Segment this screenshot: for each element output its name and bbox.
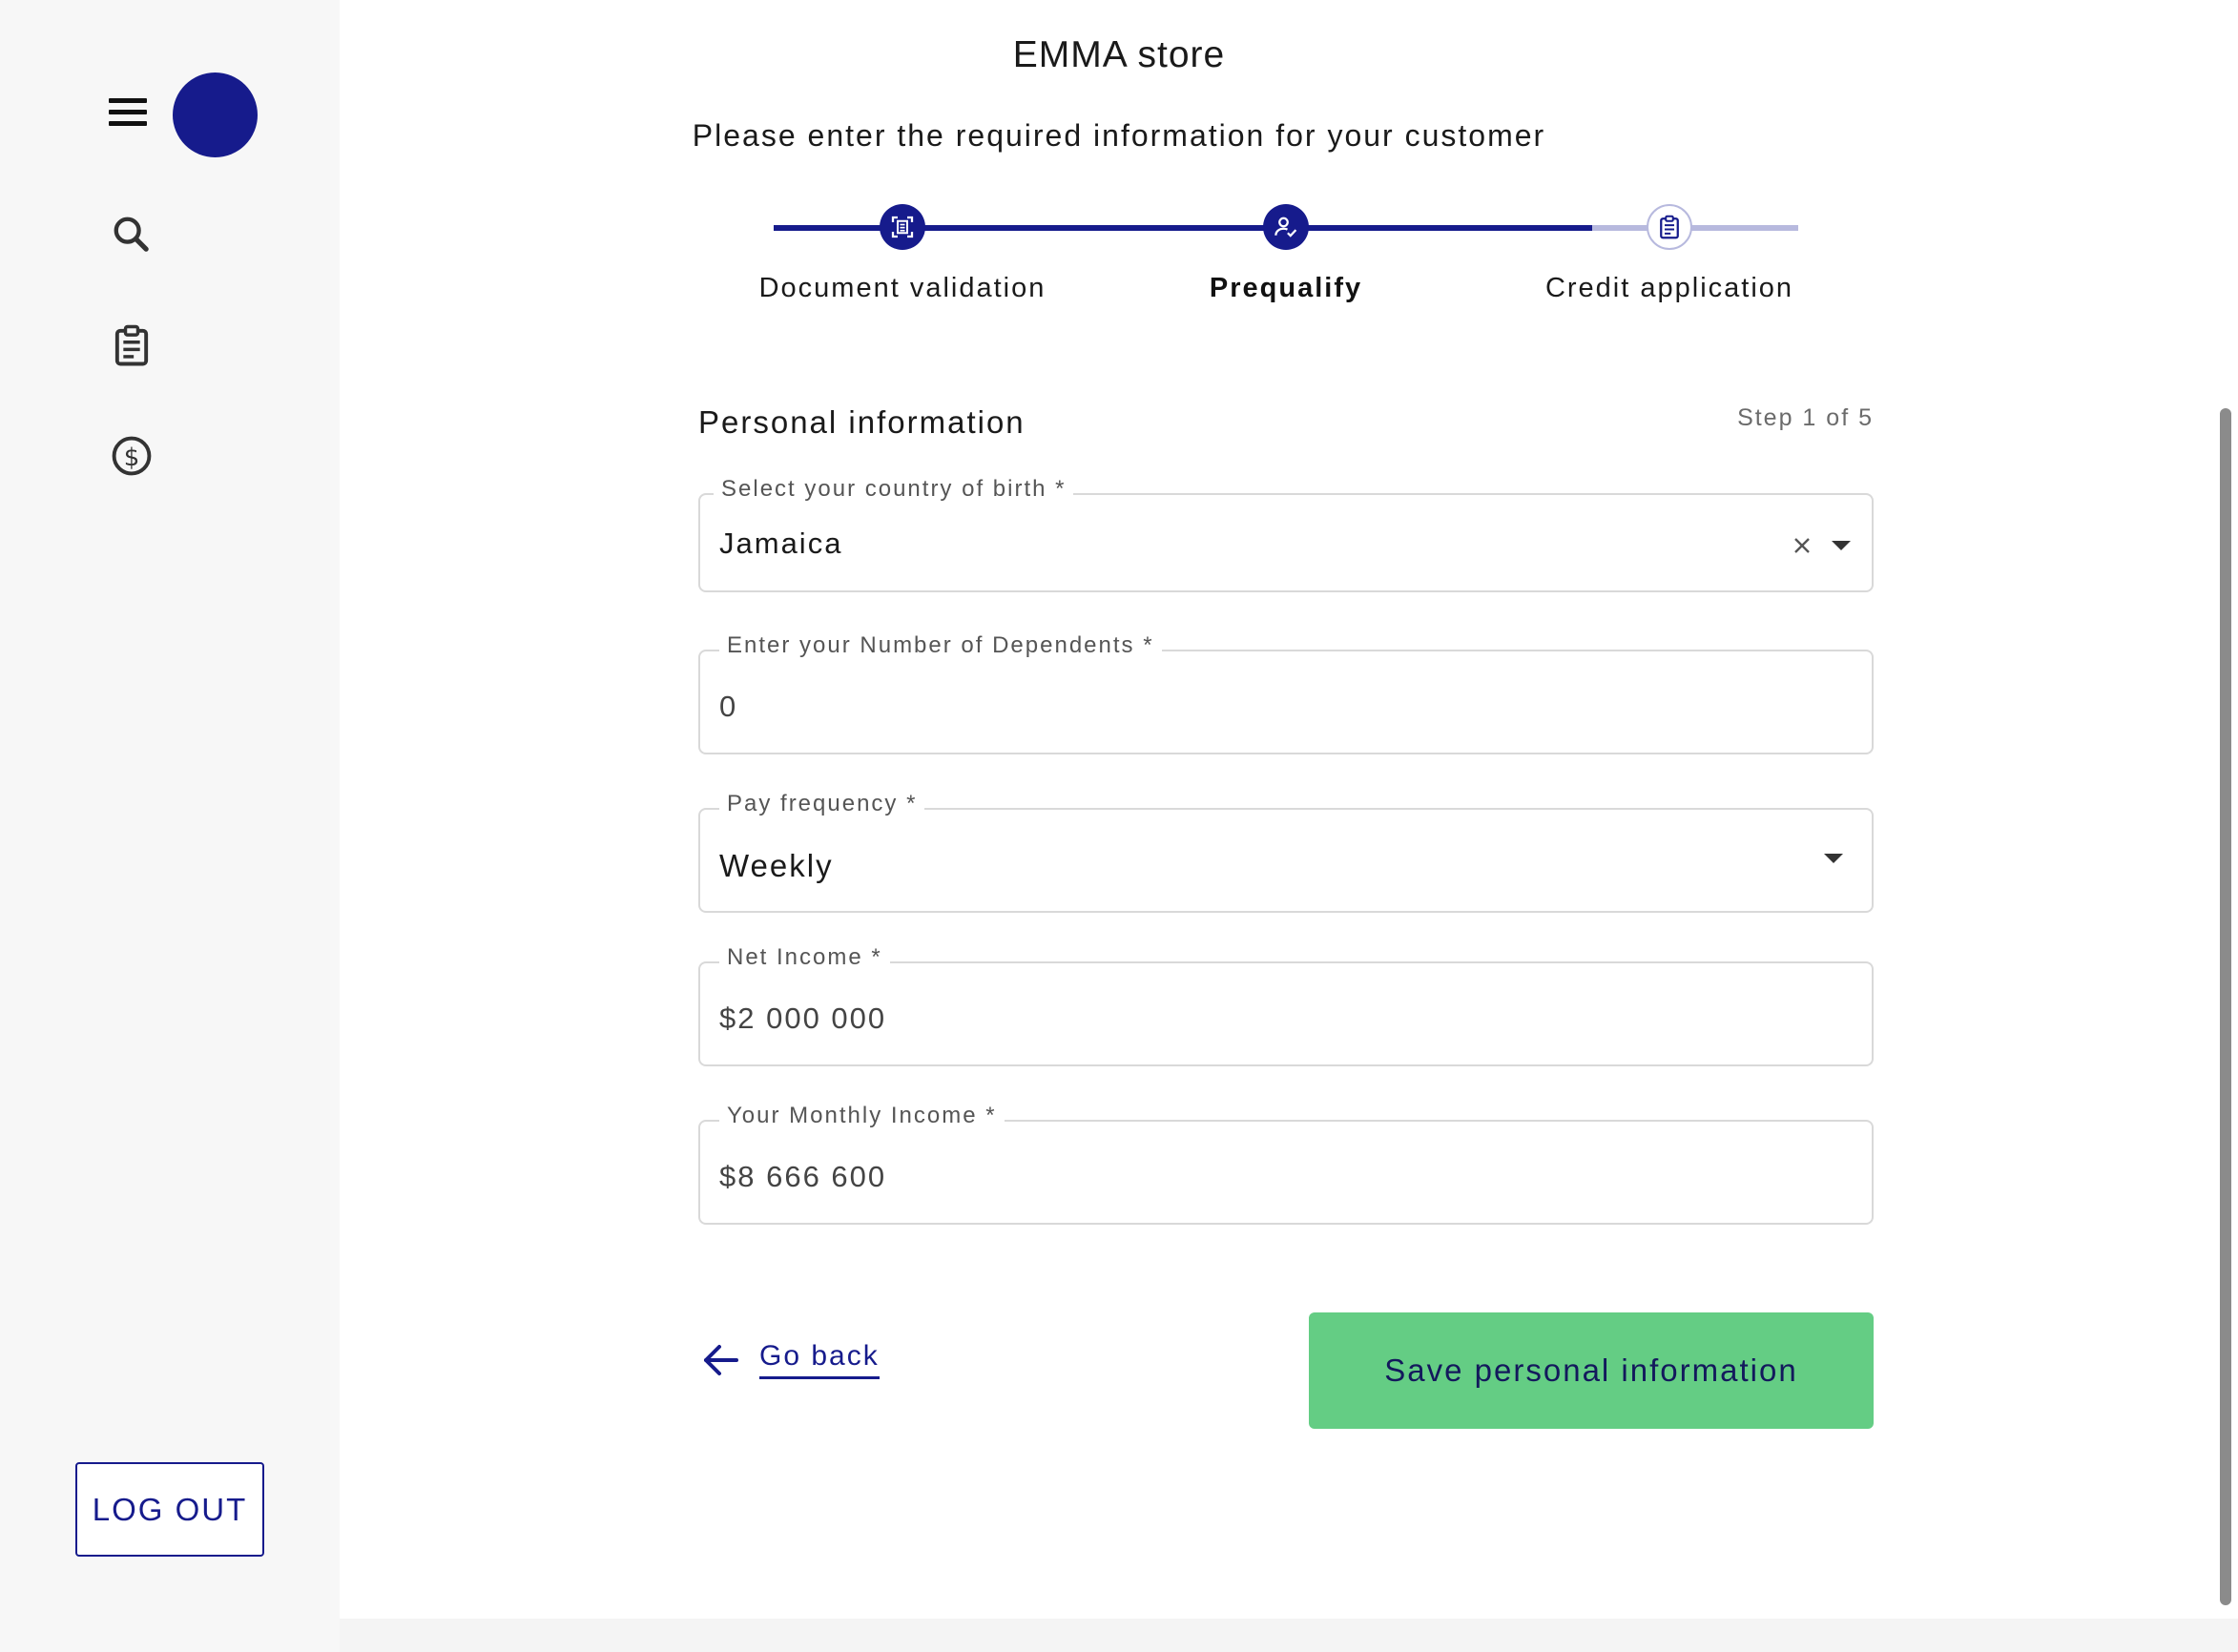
dollar-circle-icon[interactable]: $ (107, 431, 156, 481)
progress-stepper: Document validation Prequalify Credit ap… (0, 0, 2238, 324)
clear-icon[interactable] (1792, 535, 1813, 556)
step-label-credit-application: Credit application (1544, 273, 1794, 303)
step-label-prequalify: Prequalify (1209, 273, 1363, 303)
country-of-birth-value[interactable]: Jamaica (719, 527, 842, 561)
monthly-income-label: Your Monthly Income * (719, 1103, 1005, 1129)
arrow-left-icon (704, 1344, 738, 1375)
country-of-birth-field[interactable]: Select your country of birth * Jamaica (698, 476, 1874, 592)
clipboard-icon[interactable] (107, 320, 156, 370)
dependents-label: Enter your Number of Dependents * (719, 632, 1162, 659)
net-income-label: Net Income * (719, 944, 890, 971)
net-income-input[interactable]: $2 000 000 (719, 1002, 886, 1036)
go-back-link[interactable]: Go back (700, 1340, 880, 1379)
stepper-track-remaining (1592, 225, 1798, 231)
step-counter: Step 1 of 5 (1737, 404, 1874, 431)
svg-text:$: $ (124, 444, 140, 472)
section-title: Personal information (698, 404, 1026, 440)
user-check-icon (1263, 204, 1309, 250)
clipboard-icon (1647, 204, 1692, 250)
chevron-down-icon[interactable] (1824, 854, 1843, 863)
country-of-birth-label: Select your country of birth * (714, 476, 1074, 503)
pay-frequency-select[interactable]: Pay frequency * Weekly (698, 791, 1874, 913)
monthly-income-input[interactable]: $8 666 600 (719, 1160, 886, 1194)
monthly-income-field[interactable]: Your Monthly Income * $8 666 600 (698, 1103, 1874, 1225)
dependents-input[interactable]: 0 (719, 690, 737, 724)
pay-frequency-label: Pay frequency * (719, 791, 925, 817)
logout-button[interactable]: LOG OUT (75, 1462, 264, 1557)
go-back-label[interactable]: Go back (759, 1340, 880, 1379)
scrollbar[interactable] (2220, 408, 2231, 1605)
chevron-down-icon[interactable] (1832, 541, 1851, 550)
step-label-document-validation: Document validation (758, 273, 1046, 303)
footer-band (340, 1619, 2238, 1652)
pay-frequency-value[interactable]: Weekly (719, 848, 834, 884)
dependents-field[interactable]: Enter your Number of Dependents * 0 (698, 632, 1874, 754)
document-scan-icon (880, 204, 925, 250)
net-income-field[interactable]: Net Income * $2 000 000 (698, 944, 1874, 1066)
save-personal-information-button[interactable]: Save personal information (1309, 1312, 1874, 1429)
